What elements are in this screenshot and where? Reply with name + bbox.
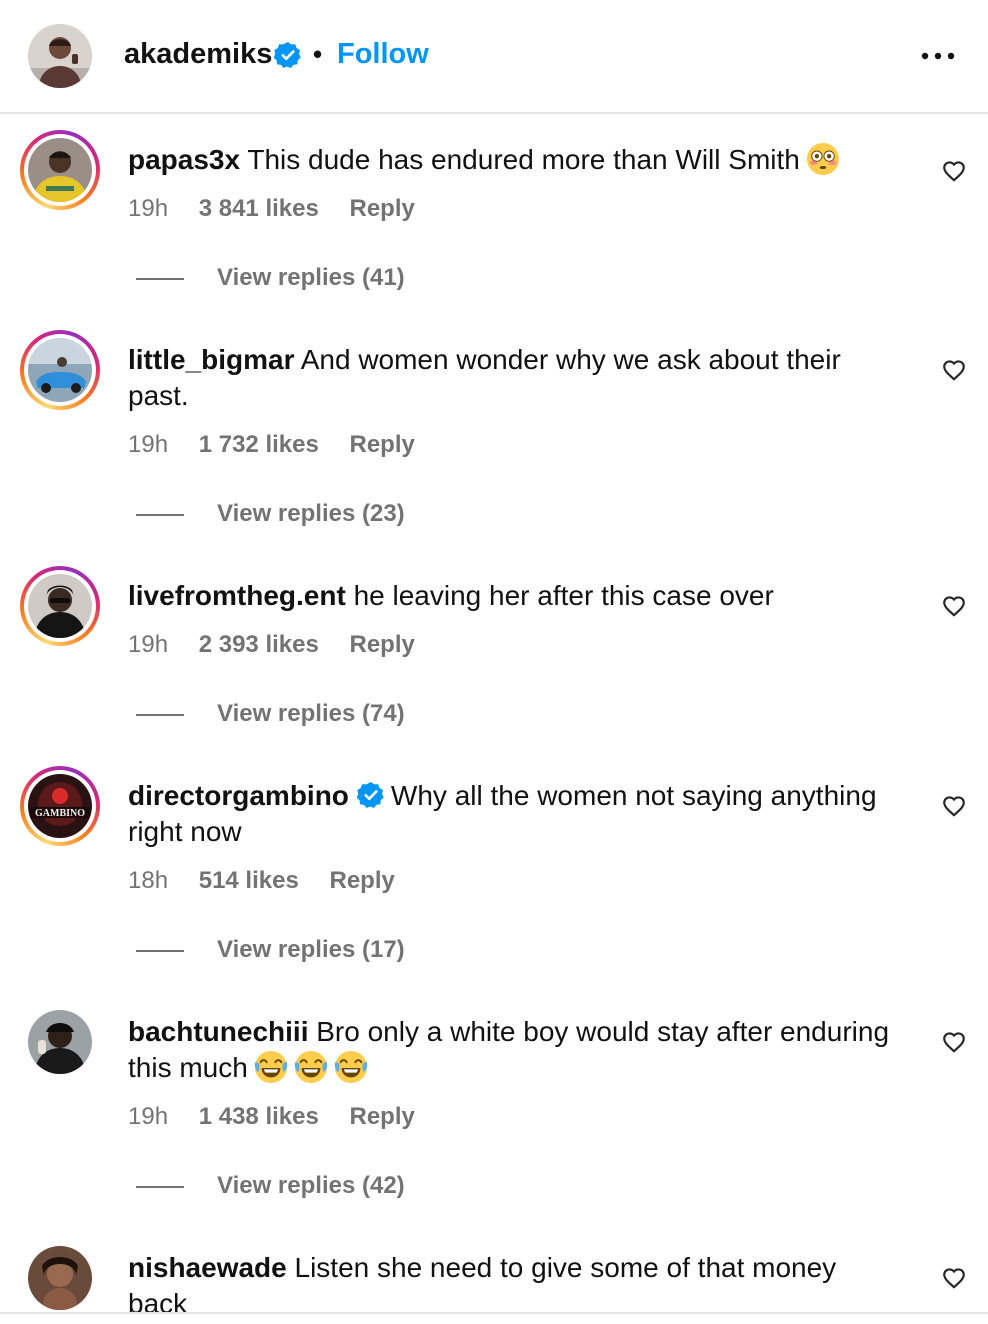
tears-of-joy-emoji-icon: [334, 1050, 368, 1084]
replies-divider-line: [136, 714, 184, 716]
flushed-face-emoji-icon: [806, 142, 840, 176]
story-ring[interactable]: GAMBINO: [20, 766, 100, 846]
reply-button[interactable]: Reply: [350, 631, 415, 658]
commenter-avatar: [28, 138, 92, 202]
author-username[interactable]: akademiks: [124, 36, 272, 72]
comment-likes[interactable]: 3 841 likes: [199, 195, 319, 222]
like-heart-icon[interactable]: [941, 357, 967, 383]
tears-of-joy-emoji-icon: [294, 1050, 328, 1084]
reply-button[interactable]: Reply: [350, 195, 415, 222]
bottom-divider: [0, 1312, 988, 1314]
avatar-logo-text: GAMBINO: [35, 808, 85, 819]
comment-time: 19h: [128, 1103, 169, 1130]
more-options-icon[interactable]: [918, 44, 958, 68]
verified-badge-icon: [357, 781, 385, 809]
comment-text: papas3x This dude has endured more than …: [128, 142, 898, 178]
comment-meta: 18h 514 likes Reply: [128, 866, 395, 896]
replies-divider-line: [136, 514, 184, 516]
view-replies-label: View replies (74): [217, 700, 405, 727]
like-heart-icon[interactable]: [941, 158, 967, 184]
comment-text: livefromtheg.ent he leaving her after th…: [128, 578, 898, 614]
comment-meta: 19h 1 438 likes Reply: [128, 1102, 415, 1132]
comment-likes[interactable]: 514 likes: [199, 867, 299, 894]
replies-divider-line: [136, 950, 184, 952]
commenter-avatar: [28, 574, 92, 638]
follow-button[interactable]: Follow: [337, 36, 429, 72]
story-ring[interactable]: [20, 130, 100, 210]
commenter-avatar: [28, 338, 92, 402]
comment-likes[interactable]: 1 438 likes: [199, 1103, 319, 1130]
commenter-username[interactable]: little_bigmar: [128, 344, 294, 375]
separator-dot: •: [313, 39, 323, 69]
comment-time: 18h: [128, 867, 169, 894]
story-ring[interactable]: [20, 330, 100, 410]
commenter-username[interactable]: bachtunechiii: [128, 1016, 308, 1047]
commenter-avatar[interactable]: [28, 1010, 92, 1074]
commenter-username[interactable]: papas3x: [128, 144, 240, 175]
comment-text: bachtunechiii Bro only a white boy would…: [128, 1014, 898, 1086]
replies-divider-line: [136, 278, 184, 280]
comment-likes[interactable]: 2 393 likes: [199, 631, 319, 658]
comment-meta: 19h 1 732 likes Reply: [128, 430, 415, 460]
author-avatar[interactable]: [28, 24, 92, 88]
comment-text: directorgambino Why all the women not say…: [128, 778, 898, 850]
view-replies-label: View replies (42): [217, 1172, 405, 1199]
reply-button[interactable]: Reply: [329, 867, 394, 894]
verified-badge-icon: [274, 41, 302, 69]
like-heart-icon[interactable]: [941, 1265, 967, 1291]
comment-body: This dude has endured more than Will Smi…: [247, 144, 800, 175]
reply-button[interactable]: Reply: [350, 431, 415, 458]
comment-time: 19h: [128, 195, 169, 222]
comment-meta: 19h 2 393 likes Reply: [128, 630, 415, 660]
like-heart-icon[interactable]: [941, 593, 967, 619]
view-replies-label: View replies (23): [217, 500, 405, 527]
like-heart-icon[interactable]: [941, 1029, 967, 1055]
commenter-avatar[interactable]: [28, 1246, 92, 1310]
view-replies-label: View replies (41): [217, 264, 405, 291]
story-ring[interactable]: [20, 566, 100, 646]
replies-divider-line: [136, 1186, 184, 1188]
post-header: akademiks • Follow: [0, 0, 988, 114]
comment-time: 19h: [128, 431, 169, 458]
comment-text: little_bigmar And women wonder why we as…: [128, 342, 898, 414]
commenter-avatar: GAMBINO: [28, 774, 92, 838]
like-heart-icon[interactable]: [941, 793, 967, 819]
comment-likes[interactable]: 1 732 likes: [199, 431, 319, 458]
comment-body: he leaving her after this case over: [353, 580, 774, 611]
comment-meta: 19h 3 841 likes Reply: [128, 194, 415, 224]
tears-of-joy-emoji-icon: [254, 1050, 288, 1084]
reply-button[interactable]: Reply: [350, 1103, 415, 1130]
commenter-username[interactable]: nishaewade: [128, 1252, 287, 1283]
commenter-username[interactable]: directorgambino: [128, 780, 349, 811]
view-replies-label: View replies (17): [217, 936, 405, 963]
commenter-username[interactable]: livefromtheg.ent: [128, 580, 346, 611]
comment-time: 19h: [128, 631, 169, 658]
